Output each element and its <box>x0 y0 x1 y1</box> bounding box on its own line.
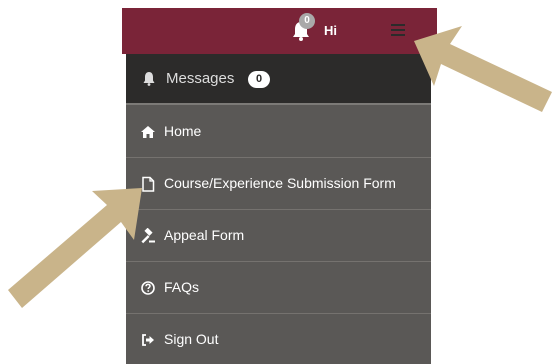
messages-count-badge: 0 <box>248 71 270 88</box>
notifications-button[interactable]: 0 <box>290 13 315 42</box>
notification-count-badge: 0 <box>299 13 315 29</box>
menu-item-label: Home <box>164 123 202 139</box>
menu-item-sign-out[interactable]: Sign Out <box>126 314 431 364</box>
hamburger-icon <box>391 24 405 26</box>
menu-item-label: Sign Out <box>164 331 219 347</box>
screenshot-stage: 0 Hi Messages 0 Home Course/Experience S… <box>0 0 553 364</box>
hamburger-icon-bar <box>391 29 405 31</box>
menu-item-home[interactable]: Home <box>126 106 431 158</box>
menu-item-label: Course/Experience Submission Form <box>164 175 396 191</box>
menu-item-label: FAQs <box>164 279 200 295</box>
menu-item-appeal-form[interactable]: Appeal Form <box>126 210 431 262</box>
bell-icon <box>143 72 155 86</box>
menu-item-label: Messages <box>166 70 235 87</box>
dropdown-menu: Messages 0 Home Course/Experience Submis… <box>126 54 431 364</box>
page-background <box>0 0 122 364</box>
menu-item-faqs[interactable]: FAQs <box>126 262 431 314</box>
hamburger-menu-button[interactable] <box>391 24 405 36</box>
question-circle-icon <box>141 281 155 295</box>
document-icon <box>142 176 155 192</box>
sign-out-icon <box>142 334 154 346</box>
menu-item-messages[interactable]: Messages 0 <box>126 54 431 105</box>
menu-item-label: Appeal Form <box>164 227 245 243</box>
gavel-icon <box>141 228 155 244</box>
hamburger-icon-bar <box>391 34 405 36</box>
top-navbar: 0 Hi <box>122 8 437 54</box>
user-greeting[interactable]: Hi <box>324 23 337 38</box>
menu-item-submission-form[interactable]: Course/Experience Submission Form <box>126 158 431 210</box>
home-icon <box>141 126 155 138</box>
